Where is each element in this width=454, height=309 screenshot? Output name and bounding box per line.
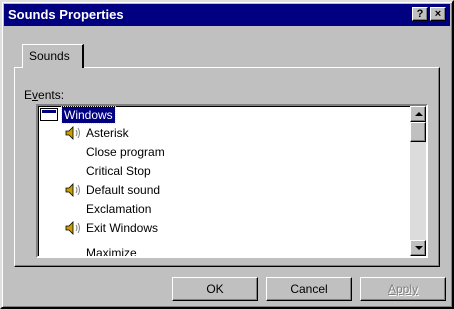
close-icon: × xyxy=(434,8,442,20)
cancel-button[interactable]: Cancel xyxy=(266,277,352,301)
help-button[interactable]: ? xyxy=(412,7,428,21)
title-bar[interactable]: Sounds Properties ? × xyxy=(4,4,450,26)
list-item-label: Asterisk xyxy=(86,126,129,140)
list-item-close-program[interactable]: Close program xyxy=(86,143,165,161)
tab-sounds-label: Sounds xyxy=(29,49,70,63)
window-title: Sounds Properties xyxy=(8,7,124,22)
list-item-windows[interactable]: Windows xyxy=(38,106,410,124)
speaker-icon xyxy=(65,126,80,140)
list-item-label: Maximize xyxy=(86,246,137,258)
apply-button[interactable]: Apply xyxy=(360,277,446,301)
list-item-maximize[interactable]: Maximize xyxy=(86,244,137,258)
arrow-down-icon xyxy=(415,246,423,250)
close-button[interactable]: × xyxy=(430,7,446,21)
list-item-label: Exclamation xyxy=(86,202,152,216)
events-listbox[interactable]: Windows Asterisk Close program Critical … xyxy=(36,104,428,258)
speaker-icon xyxy=(65,221,80,235)
scroll-up-button[interactable] xyxy=(410,106,426,122)
list-item-label: Critical Stop xyxy=(86,164,151,178)
ok-button[interactable]: OK xyxy=(172,277,258,301)
scroll-down-button[interactable] xyxy=(410,240,426,256)
scroll-thumb[interactable] xyxy=(410,122,426,142)
list-item-label: Windows xyxy=(61,106,116,124)
tab-sounds[interactable]: Sounds xyxy=(22,44,84,68)
list-item-label: Default sound xyxy=(86,183,161,197)
speaker-icon xyxy=(65,183,80,197)
list-item-critical-stop[interactable]: Critical Stop xyxy=(86,162,151,180)
list-item-default-sound[interactable]: Default sound xyxy=(65,181,161,199)
help-icon: ? xyxy=(416,8,424,20)
arrow-up-icon xyxy=(415,112,423,116)
events-scrollbar[interactable] xyxy=(410,106,426,256)
list-item-label: Close program xyxy=(86,145,165,159)
list-item-exit-windows[interactable]: Exit Windows xyxy=(65,219,159,237)
list-item-asterisk[interactable]: Asterisk xyxy=(65,124,129,142)
events-label: Events: xyxy=(24,88,65,102)
list-item-label: Exit Windows xyxy=(86,221,159,235)
windows-icon xyxy=(40,108,58,121)
list-item-exclamation[interactable]: Exclamation xyxy=(86,200,151,218)
